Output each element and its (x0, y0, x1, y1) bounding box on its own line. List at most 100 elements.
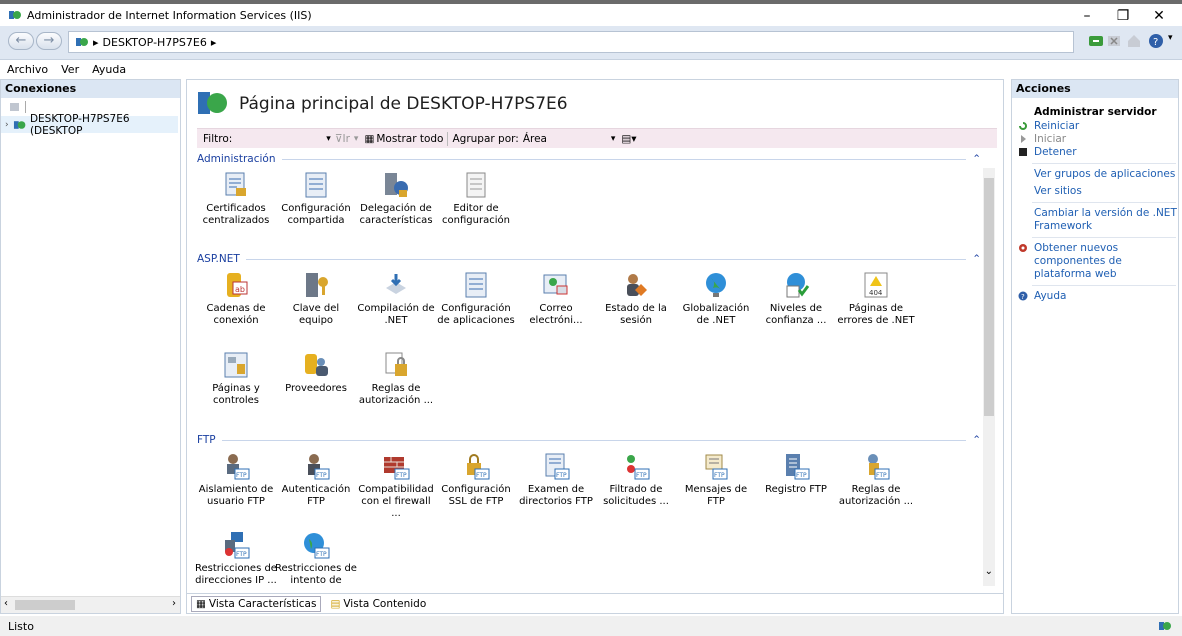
horizontal-scrollbar[interactable]: ‹ › (1, 596, 180, 613)
menu-ver[interactable]: Ver (54, 63, 85, 76)
go-filter-icon[interactable]: ⊽ (335, 133, 343, 145)
help-icon[interactable]: ? (1148, 33, 1164, 49)
tile-label: Certificados centralizados (202, 203, 270, 226)
config-editor-icon (461, 170, 491, 200)
tree-item-server[interactable]: › DESKTOP-H7PS7E6 (DESKTOP (1, 113, 178, 137)
feature-tile[interactable]: FTP Compatibilidad con el firewall ... (355, 451, 437, 520)
svg-text:ab: ab (235, 285, 245, 294)
trust-levels-icon (781, 270, 811, 300)
scroll-left-icon[interactable]: ‹ (4, 598, 8, 609)
feature-tile[interactable]: FTP Configuración SSL de FTP (435, 451, 517, 508)
session-state-icon (621, 270, 651, 300)
tile-label: Registro FTP (765, 484, 827, 495)
svg-text:?: ? (1153, 37, 1158, 48)
address-bar: ← → ▸ DESKTOP-H7PS7E6 ▸ ? ▾ (0, 26, 1182, 60)
feature-tile[interactable]: Globalización de .NET (675, 270, 757, 327)
feature-tile[interactable]: Reglas de autorización ... (355, 350, 437, 407)
collapse-icon[interactable]: ⌃ (972, 434, 981, 446)
breadcrumb-server[interactable]: DESKTOP-H7PS7E6 (103, 36, 207, 49)
feature-tile[interactable]: Páginas y controles (195, 350, 277, 407)
feature-tile[interactable]: FTP Filtrado de solicitudes ... (595, 451, 677, 508)
maximize-button[interactable]: ❐ (1106, 6, 1140, 26)
tile-label: Autenticación FTP (281, 484, 351, 507)
svg-text:FTP: FTP (556, 472, 567, 479)
feature-tile[interactable]: FTP Autenticación FTP (275, 451, 357, 508)
show-all-button[interactable]: Mostrar todo (376, 133, 443, 145)
group-by-select[interactable]: Área (523, 133, 611, 145)
feature-tile[interactable]: FTP Examen de directorios FTP (515, 451, 597, 508)
vertical-scrollbar[interactable] (983, 168, 995, 586)
scroll-thumb[interactable] (15, 600, 75, 610)
feature-tile[interactable]: FTP Registro FTP (755, 451, 837, 496)
iis-app-icon (9, 11, 21, 19)
action-change-net-version[interactable]: Cambiar la versión de .NET Framework (1012, 207, 1178, 233)
action-get-web-platform[interactable]: Obtener nuevos componentes de plataforma… (1012, 242, 1178, 281)
feature-tile[interactable]: Proveedores (275, 350, 357, 395)
feature-tile[interactable]: Configuración de aplicaciones (435, 270, 517, 327)
action-view-app-pools[interactable]: Ver grupos de aplicaciones (1012, 168, 1178, 181)
svg-text:FTP: FTP (876, 472, 887, 479)
feature-tile[interactable]: ab Cadenas de conexión (195, 270, 277, 327)
feature-tile[interactable]: FTP Mensajes de FTP (675, 451, 757, 508)
minimize-button[interactable]: – (1070, 6, 1104, 26)
feature-tile[interactable]: Correo electróni... (515, 270, 597, 327)
scroll-thumb[interactable] (984, 178, 994, 416)
feature-tile[interactable]: Editor de configuración (435, 170, 517, 227)
action-view-sites[interactable]: Ver sitios (1012, 185, 1178, 198)
feature-tile[interactable]: Estado de la sesión (595, 270, 677, 327)
stop-icon[interactable] (1106, 33, 1122, 49)
tab-content-view[interactable]: ▤ Vista Contenido (325, 595, 432, 612)
connect-icon[interactable] (9, 101, 21, 113)
tile-label: Delegación de características (359, 203, 433, 226)
action-help[interactable]: ? Ayuda (1012, 290, 1178, 303)
feature-tile[interactable]: FTP Aislamiento de usuario FTP (195, 451, 277, 508)
group-header-administracion[interactable]: Administración ⌃ (197, 152, 981, 166)
feature-tile[interactable]: Delegación de características (355, 170, 437, 227)
feature-tile[interactable]: Niveles de confianza ... (755, 270, 837, 327)
action-stop[interactable]: Detener (1012, 146, 1178, 159)
feature-tile[interactable]: Clave del equipo (275, 270, 357, 327)
show-all-icon[interactable]: ▦ (364, 133, 374, 145)
action-restart[interactable]: Reiniciar (1012, 120, 1178, 133)
tab-label: Vista Contenido (343, 597, 427, 610)
feature-tile[interactable]: Certificados centralizados (195, 170, 277, 227)
scroll-right-icon[interactable]: › (172, 598, 176, 609)
group-header-ftp[interactable]: FTP ⌃ (197, 433, 981, 447)
home-icon[interactable] (1126, 33, 1142, 49)
group-header-aspnet[interactable]: ASP.NET ⌃ (197, 252, 981, 266)
tab-features-view[interactable]: ▦ Vista Características (191, 595, 322, 612)
feature-tile[interactable]: FTP Reglas de autorización ... (835, 451, 917, 508)
toolbar-divider (25, 101, 26, 113)
go-label[interactable]: Ir (343, 133, 350, 145)
action-start[interactable]: Iniciar (1012, 133, 1178, 146)
go-dropdown-icon[interactable]: ▾ (354, 134, 359, 144)
feature-tile[interactable]: Configuración compartida (275, 170, 357, 227)
feature-tile[interactable]: Compilación de .NET (355, 270, 437, 327)
filter-input[interactable] (236, 131, 326, 147)
ftp-request-filtering-icon: FTP (621, 451, 651, 481)
feature-tile[interactable]: FTP Restricciones de direcciones IP ... (195, 530, 277, 587)
breadcrumb-expand-icon[interactable]: ▸ (211, 36, 217, 49)
expand-icon[interactable]: › (5, 120, 9, 130)
svg-text:FTP: FTP (796, 472, 807, 479)
feature-tile[interactable]: 404 Páginas de errores de .NET (835, 270, 917, 327)
feature-tile[interactable]: FTP Restricciones de intento de inici... (275, 530, 357, 587)
filter-dropdown-icon[interactable]: ▾ (326, 134, 331, 144)
help-dropdown-icon[interactable]: ▾ (1168, 33, 1173, 43)
ftp-ip-restrictions-icon: FTP (221, 530, 251, 560)
features-pane: Página principal de DESKTOP-H7PS7E6 Filt… (186, 79, 1004, 614)
refresh-icon[interactable] (1088, 33, 1104, 49)
forward-button[interactable]: → (36, 32, 62, 50)
net-compilation-icon (381, 270, 411, 300)
menu-archivo[interactable]: Archivo (0, 63, 54, 76)
menu-ayuda[interactable]: Ayuda (85, 63, 132, 76)
back-button[interactable]: ← (8, 32, 34, 50)
scroll-down-icon[interactable]: ⌄ (985, 566, 993, 577)
collapse-icon[interactable]: ⌃ (972, 153, 981, 165)
view-mode-icon[interactable]: ▤▾ (621, 133, 636, 145)
close-button[interactable]: ✕ (1142, 6, 1176, 26)
group-by-dropdown-icon[interactable]: ▾ (611, 134, 616, 144)
collapse-icon[interactable]: ⌃ (972, 253, 981, 265)
address-box[interactable]: ▸ DESKTOP-H7PS7E6 ▸ (68, 31, 1074, 53)
web-platform-icon (1019, 244, 1027, 252)
